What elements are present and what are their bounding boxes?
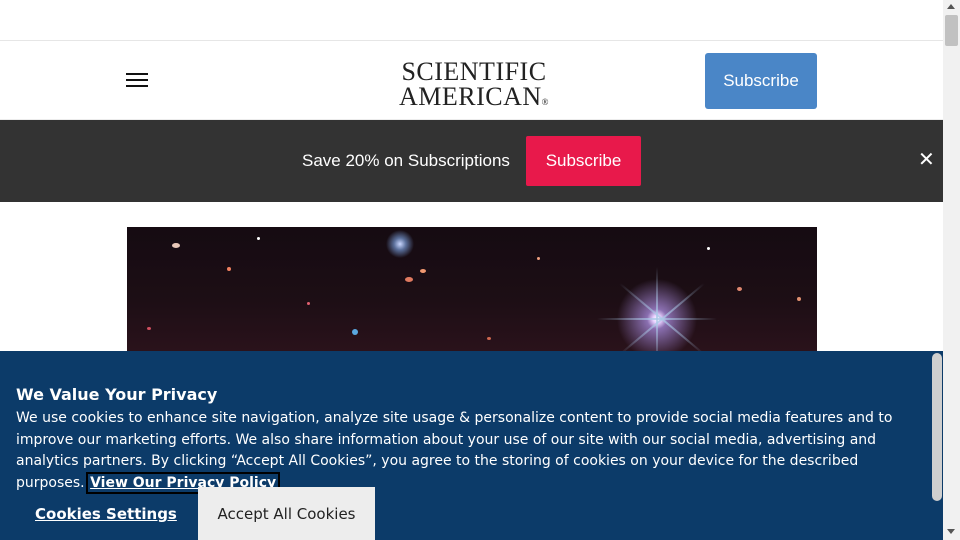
logo-line-2: AMERICAN® <box>398 82 549 111</box>
site-header: SCIENTIFIC AMERICAN® Subscribe <box>0 41 943 120</box>
cookies-settings-button[interactable]: Cookies Settings <box>35 505 177 523</box>
hero-image <box>127 227 817 351</box>
close-icon[interactable]: ✕ <box>918 150 935 170</box>
scroll-down-arrow-icon[interactable] <box>947 529 955 534</box>
top-strip <box>0 0 943 41</box>
promo-subscribe-button[interactable]: Subscribe <box>526 136 641 186</box>
cookie-banner-scrollbar[interactable] <box>931 351 943 540</box>
scroll-up-arrow-icon[interactable] <box>947 4 955 9</box>
page: SCIENTIFIC AMERICAN® Subscribe Save 20% … <box>0 0 943 540</box>
cookie-banner-body: We use cookies to enhance site navigatio… <box>16 410 893 494</box>
hamburger-menu-icon[interactable] <box>126 73 148 89</box>
logo-line-1: SCIENTIFIC <box>401 57 547 86</box>
accept-all-cookies-button[interactable]: Accept All Cookies <box>198 487 375 540</box>
scrollbar-thumb[interactable] <box>945 15 958 46</box>
site-logo[interactable]: SCIENTIFIC AMERICAN® <box>384 59 564 115</box>
cookie-consent-banner: We Value Your Privacy We use cookies to … <box>0 351 943 540</box>
page-scrollbar[interactable] <box>943 0 960 540</box>
header-subscribe-button[interactable]: Subscribe <box>705 53 817 109</box>
promo-text: Save 20% on Subscriptions <box>302 151 510 170</box>
promo-banner: Save 20% on Subscriptions Subscribe ✕ <box>0 120 943 202</box>
cookie-banner-title: We Value Your Privacy <box>16 385 218 404</box>
